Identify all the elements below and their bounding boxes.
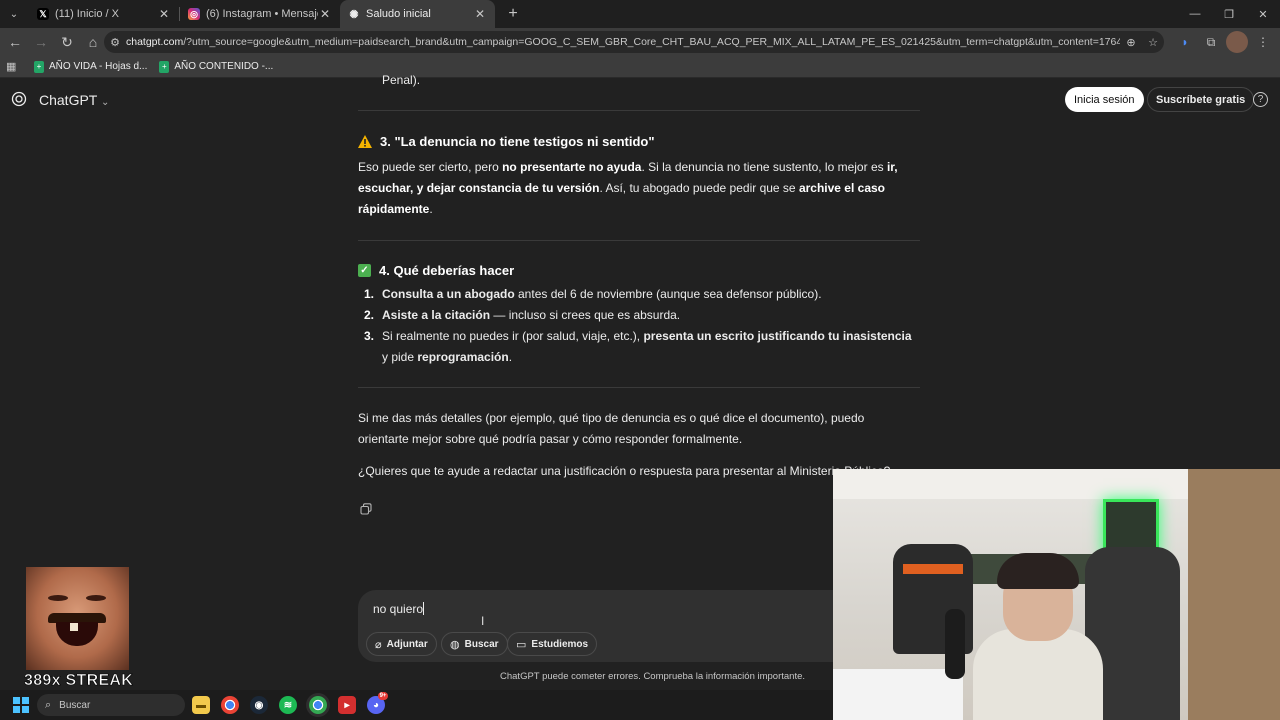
- zoom-icon[interactable]: ⊕: [1120, 36, 1142, 49]
- profile-avatar-icon[interactable]: [1226, 31, 1248, 53]
- chrome-icon[interactable]: [309, 696, 327, 714]
- copy-icon[interactable]: [360, 503, 372, 515]
- sheets-icon: +: [159, 60, 170, 73]
- back-icon[interactable]: ←: [3, 30, 27, 54]
- divider: [358, 110, 920, 111]
- list-item: 2. Asiste a la citación — incluso si cre…: [364, 308, 681, 322]
- webcam-overlay: [833, 469, 1280, 720]
- windows-start-icon[interactable]: [13, 697, 29, 713]
- message-input[interactable]: no quiero: [373, 602, 425, 616]
- restore-icon[interactable]: ❐: [1212, 0, 1246, 28]
- streak-emote-image: [26, 567, 129, 670]
- book-icon: ▭: [516, 638, 527, 651]
- site-info-icon[interactable]: ⚙: [104, 36, 126, 49]
- steam-icon[interactable]: ◉: [250, 696, 268, 714]
- section-3-paragraph: Eso puede ser cierto, pero no presentart…: [358, 160, 898, 216]
- text-caret: [423, 602, 425, 615]
- extensions-puzzle-icon[interactable]: ⧉: [1200, 31, 1222, 53]
- instagram-icon: ◎: [188, 8, 200, 20]
- app-icon[interactable]: ▸: [338, 696, 356, 714]
- tab-search-icon[interactable]: ⌄: [3, 3, 25, 25]
- close-window-icon[interactable]: ✕: [1246, 0, 1280, 28]
- bookmark-ano-vida[interactable]: + AÑO VIDA - Hojas d...: [34, 60, 147, 73]
- windows-taskbar: ⌕ Buscar ▬ ◉ ≋ ▸ ◕ 9+: [0, 690, 833, 720]
- closing-paragraph: Si me das más detalles (por ejemplo, qué…: [358, 411, 865, 446]
- bookmark-star-icon[interactable]: ☆: [1142, 36, 1164, 49]
- tab-x[interactable]: 𝕏 (11) Inicio / X ✕: [29, 0, 179, 28]
- list-item: 3. Si realmente no puedes ir (por salud,…: [364, 329, 912, 364]
- model-selector[interactable]: ChatGPT ⌄: [39, 92, 109, 108]
- paperclip-icon: ⌀: [375, 638, 382, 651]
- section-4-heading: ✓ 4. Qué deberías hacer: [358, 263, 514, 278]
- disclaimer-text: ChatGPT puede cometer errores. Comprueba…: [500, 671, 806, 682]
- message-composer[interactable]: no quiero ⌀ Adjuntar ◍ Buscar ▭ Estudiemos: [358, 590, 838, 662]
- divider: [358, 240, 920, 241]
- minimize-icon[interactable]: —: [1178, 0, 1212, 28]
- extension-icon[interactable]: ◗: [1174, 31, 1196, 53]
- divider: [358, 387, 920, 388]
- apps-grid-icon[interactable]: ▦: [6, 60, 20, 73]
- login-button[interactable]: Inicia sesión: [1065, 87, 1144, 112]
- close-tab-icon[interactable]: ✕: [157, 7, 171, 21]
- search-button[interactable]: ◍ Buscar: [441, 632, 508, 656]
- close-tab-icon[interactable]: ✕: [318, 7, 332, 21]
- browser-menu-icon[interactable]: ⋮: [1252, 31, 1274, 53]
- close-tab-icon[interactable]: ✕: [473, 7, 487, 21]
- window-controls: — ❐ ✕: [1178, 0, 1280, 28]
- address-bar[interactable]: ⚙ chatgpt.com/?utm_source=google&utm_med…: [104, 31, 1164, 53]
- openai-logo-icon[interactable]: [11, 91, 27, 107]
- chrome-icon[interactable]: [221, 696, 239, 714]
- x-logo-icon: 𝕏: [37, 8, 49, 20]
- search-icon: ⌕: [45, 698, 52, 711]
- bookmark-ano-contenido[interactable]: + AÑO CONTENIDO -...: [159, 60, 273, 73]
- streak-counter: 389x STREAK: [24, 672, 134, 690]
- study-button[interactable]: ▭ Estudiemos: [507, 632, 598, 656]
- chevron-down-icon: ⌄: [101, 97, 110, 108]
- file-explorer-icon[interactable]: ▬: [192, 696, 210, 714]
- home-icon[interactable]: ⌂: [81, 30, 105, 54]
- warning-icon: [358, 135, 372, 148]
- attach-button[interactable]: ⌀ Adjuntar: [366, 632, 437, 656]
- browser-tab-bar: ⌄ 𝕏 (11) Inicio / X ✕ ◎ (6) Instagram • …: [0, 0, 1280, 28]
- globe-icon: ◍: [450, 638, 460, 651]
- steps-list: 1. Consulta a un abogado antes del 6 de …: [364, 284, 920, 368]
- browser-toolbar: ← → ↻ ⌂ ⚙ chatgpt.com/?utm_source=google…: [0, 28, 1280, 56]
- taskbar-search[interactable]: ⌕ Buscar: [37, 694, 185, 716]
- chatgpt-icon: ✺: [349, 8, 359, 21]
- tab-chatgpt[interactable]: ✺ Saludo inicial ✕: [340, 0, 495, 28]
- checkmark-icon: ✓: [358, 264, 371, 277]
- new-tab-icon[interactable]: +: [501, 5, 525, 23]
- list-item: 1. Consulta a un abogado antes del 6 de …: [364, 287, 822, 301]
- sheets-icon: +: [34, 60, 44, 73]
- notification-badge: 9+: [378, 692, 388, 700]
- signup-button[interactable]: Suscríbete gratis: [1147, 87, 1255, 112]
- section-3-heading: 3. "La denuncia no tiene testigos ni sen…: [358, 134, 655, 149]
- reload-icon[interactable]: ↻: [55, 30, 79, 54]
- tab-instagram[interactable]: ◎ (6) Instagram • Mensajes ✕: [180, 0, 340, 28]
- scrolled-text-fragment: Penal).: [382, 73, 421, 87]
- ibeam-cursor-icon: I: [481, 614, 485, 628]
- help-icon[interactable]: ?: [1253, 92, 1268, 107]
- spotify-icon[interactable]: ≋: [279, 696, 297, 714]
- forward-icon[interactable]: →: [29, 30, 53, 54]
